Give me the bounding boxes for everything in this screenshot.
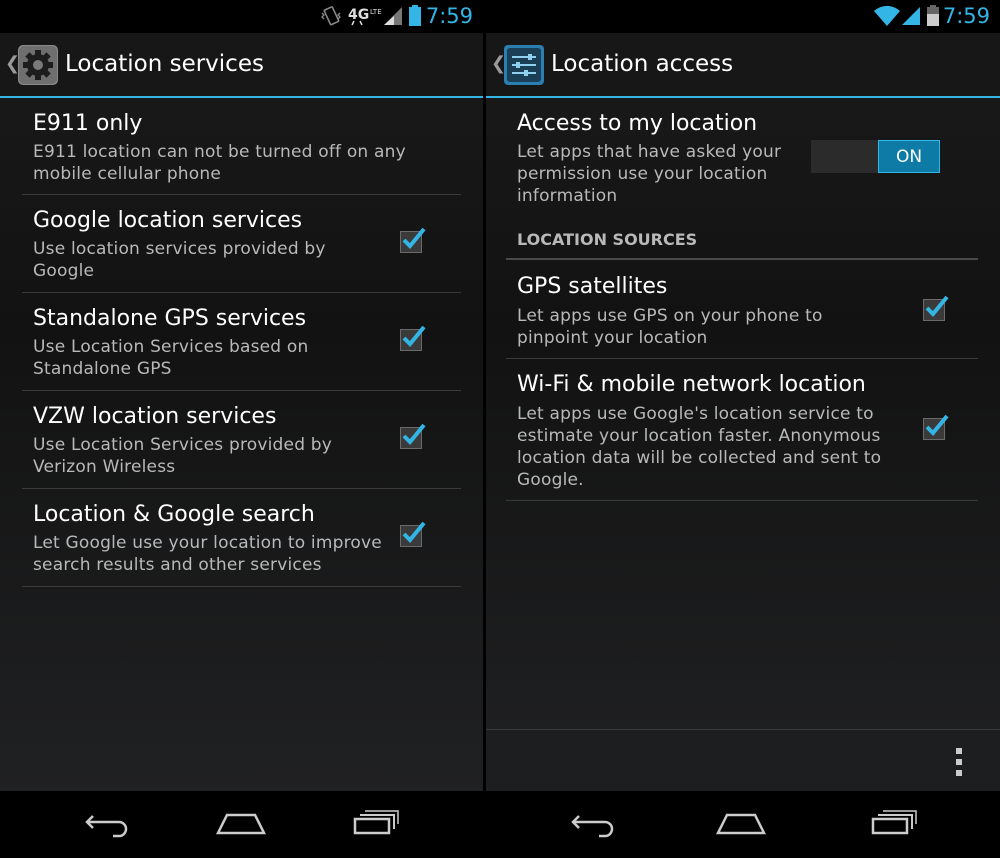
home-icon[interactable] — [215, 809, 267, 839]
vibrate-icon — [321, 6, 341, 26]
action-bar: ❮ Location services — [0, 33, 483, 98]
overflow-menu-icon[interactable] — [956, 748, 962, 776]
checkbox-checked-icon — [925, 295, 949, 317]
google-location-checkbox[interactable] — [400, 227, 426, 253]
navigation-bar — [0, 791, 483, 858]
location-access-toggle[interactable]: ON — [811, 140, 940, 173]
toggle-on-label: ON — [878, 140, 940, 173]
checkbox-checked-icon — [402, 521, 426, 543]
item-summary: Let apps that have asked your permission… — [517, 142, 782, 206]
location-access-icon[interactable] — [504, 45, 544, 85]
list-item-google-location-services[interactable]: Google location services Use location se… — [22, 195, 461, 293]
checkbox-checked-icon — [402, 423, 426, 445]
recents-icon[interactable] — [870, 809, 918, 839]
item-title: E911 only — [33, 111, 143, 136]
list-item-vzw-location[interactable]: VZW location services Use Location Servi… — [22, 391, 461, 489]
signal-icon — [384, 7, 402, 25]
list-item-wifi-mobile-location[interactable]: Wi-Fi & mobile network location Let apps… — [506, 359, 978, 501]
location-services-screen: 4G LTE 7:59 ❮ Location services E911 onl… — [0, 0, 483, 858]
battery-icon — [409, 5, 421, 26]
status-clock: 7:59 — [942, 4, 990, 28]
list-item-location-google-search[interactable]: Location & Google search Let Google use … — [22, 489, 461, 587]
item-title: Standalone GPS services — [33, 306, 307, 331]
item-summary: Use Location Services provided by Verizo… — [33, 435, 333, 477]
checkbox-checked-icon — [925, 414, 949, 436]
action-bar: ❮ Location access — [486, 33, 1000, 98]
checkbox-checked-icon — [402, 227, 426, 249]
item-title: GPS satellites — [517, 274, 668, 299]
gps-satellites-checkbox[interactable] — [923, 295, 949, 321]
status-clock: 7:59 — [425, 4, 473, 28]
item-title: Wi-Fi & mobile network location — [517, 372, 866, 397]
page-title: Location access — [551, 51, 734, 77]
page-title: Location services — [65, 51, 264, 77]
4g-lte-icon: 4G LTE — [348, 7, 382, 26]
bottom-action-bar — [486, 729, 1000, 792]
recents-icon[interactable] — [352, 809, 400, 839]
section-header: LOCATION SOURCES — [517, 230, 698, 249]
vzw-location-checkbox[interactable] — [400, 423, 426, 449]
back-icon[interactable] — [569, 809, 617, 839]
item-title: Google location services — [33, 208, 303, 233]
list-item-standalone-gps[interactable]: Standalone GPS services Use Location Ser… — [22, 293, 461, 391]
section-rule — [506, 258, 978, 260]
item-summary: Let Google use your location to improve … — [33, 533, 382, 575]
item-title: VZW location services — [33, 404, 277, 429]
signal-icon — [902, 7, 920, 25]
checkbox-checked-icon — [402, 325, 426, 347]
item-summary: Let apps use GPS on your phone to pinpoi… — [517, 306, 823, 348]
location-google-search-checkbox[interactable] — [400, 521, 426, 547]
item-summary: Let apps use Google's location service t… — [517, 404, 882, 490]
wifi-icon — [874, 5, 900, 26]
list-item-gps-satellites[interactable]: GPS satellites Let apps use GPS on your … — [506, 261, 978, 359]
item-summary: Use location services provided by Google — [33, 239, 326, 281]
status-bar: 7:59 — [486, 0, 1000, 33]
status-bar: 4G LTE 7:59 — [0, 0, 483, 33]
standalone-gps-checkbox[interactable] — [400, 325, 426, 351]
item-summary: E911 location can not be turned off on a… — [33, 142, 406, 184]
settings-gear-icon[interactable] — [18, 45, 58, 85]
battery-icon — [927, 5, 939, 26]
item-title: Location & Google search — [33, 502, 315, 527]
svg-text:4G: 4G — [348, 7, 369, 23]
back-icon[interactable] — [83, 809, 131, 839]
list-item-e911: E911 only E911 location can not be turne… — [22, 100, 461, 195]
item-summary: Use Location Services based on Standalon… — [33, 337, 309, 379]
svg-text:LTE: LTE — [370, 8, 382, 16]
location-access-screen: 7:59 ❮ Location access Access to my loca… — [486, 0, 1000, 858]
navigation-bar — [486, 791, 1000, 858]
item-title: Access to my location — [517, 111, 758, 136]
home-icon[interactable] — [715, 809, 767, 839]
wifi-mobile-location-checkbox[interactable] — [923, 414, 949, 440]
